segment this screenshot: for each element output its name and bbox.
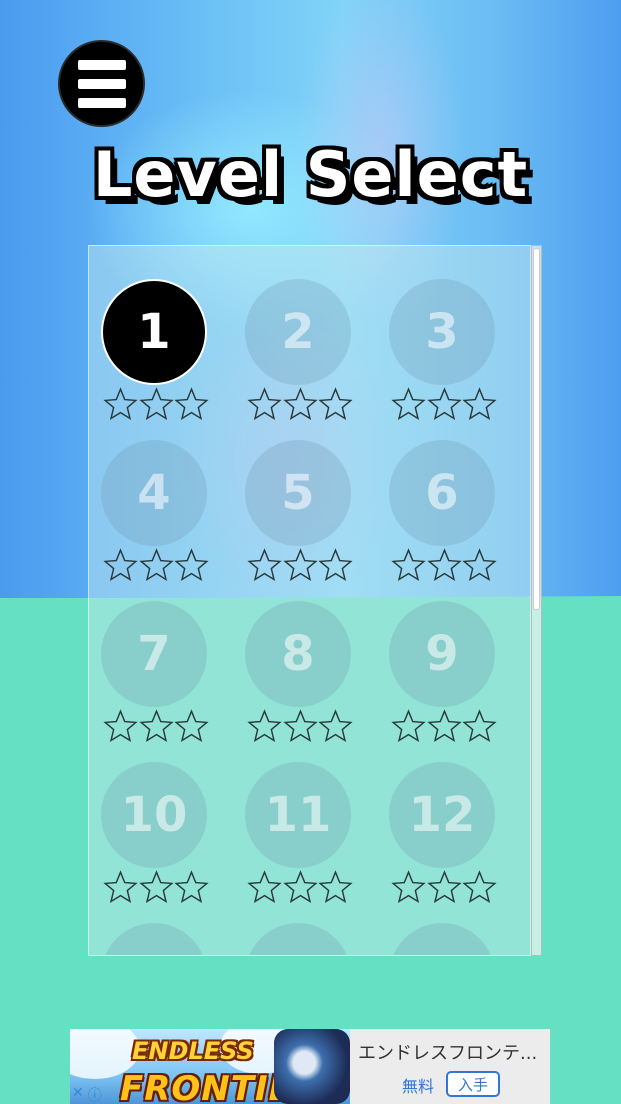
level-button[interactable]: 4 [101,440,207,546]
level-button[interactable]: 2 [245,279,351,385]
star-icon [426,870,462,906]
level-button[interactable]: 15 [389,923,495,955]
ad-logo-line1: ENDLESS [132,1037,254,1065]
level-button[interactable]: 6 [389,440,495,546]
star-icon [318,387,353,423]
star-icon [138,870,174,906]
close-icon[interactable]: ✕ [72,1085,84,1104]
level-5-cell[interactable]: 5 [233,440,353,600]
star-icon [247,870,282,906]
level-stars [391,870,497,906]
star-icon [174,870,209,906]
star-icon [318,548,353,584]
level-3-cell[interactable]: 3 [377,279,497,439]
star-icon [247,387,282,423]
level-button[interactable]: 10 [101,762,207,868]
star-icon [391,387,426,423]
page-title: Level Select [92,138,529,211]
hamburger-bar [77,97,126,108]
star-icon [391,709,426,745]
level-10-cell[interactable]: 10 [89,762,209,922]
level-14-cell[interactable]: 14 [233,923,353,955]
star-icon [391,548,426,584]
level-stars [391,387,497,423]
level-grid-panel[interactable]: 123456789101112131415 [88,245,531,956]
star-icon [426,548,462,584]
level-6-cell[interactable]: 6 [377,440,497,600]
ad-install-button[interactable]: 入手 [446,1071,500,1097]
star-icon [138,709,174,745]
level-9-cell[interactable]: 9 [377,601,497,761]
level-button[interactable]: 9 [389,601,495,707]
level-button[interactable]: 13 [101,923,207,955]
star-icon [391,870,426,906]
level-grid-scrollbar[interactable] [531,245,542,956]
star-icon [282,870,318,906]
level-15-cell[interactable]: 15 [377,923,497,955]
hamburger-menu-button[interactable] [58,40,145,127]
star-icon [282,548,318,584]
level-13-cell[interactable]: 13 [89,923,209,955]
star-icon [282,709,318,745]
star-icon [247,548,282,584]
ad-image[interactable]: ENDLESS FRONTIER ✕ ⓘ [70,1029,350,1104]
hamburger-menu-icon [77,59,126,70]
level-stars [103,548,209,584]
hamburger-bar [77,78,126,89]
level-7-cell[interactable]: 7 [89,601,209,761]
star-icon [103,548,138,584]
star-icon [426,387,462,423]
star-icon [282,387,318,423]
level-button[interactable]: 8 [245,601,351,707]
level-stars [103,387,209,423]
level-stars [103,870,209,906]
star-icon [138,387,174,423]
ad-app-icon [274,1029,350,1104]
star-icon [462,387,497,423]
level-12-cell[interactable]: 12 [377,762,497,922]
level-stars [391,548,497,584]
ad-price: 無料 [402,1077,435,1096]
level-11-cell[interactable]: 11 [233,762,353,922]
star-icon [462,709,497,745]
level-button[interactable]: 3 [389,279,495,385]
star-icon [138,548,174,584]
level-stars [247,870,353,906]
info-icon[interactable]: ⓘ [88,1085,102,1104]
level-button[interactable]: 7 [101,601,207,707]
star-icon [247,709,282,745]
level-4-cell[interactable]: 4 [89,440,209,600]
level-button[interactable]: 5 [245,440,351,546]
level-8-cell[interactable]: 8 [233,601,353,761]
level-stars [391,709,497,745]
ad-controls: ✕ ⓘ [72,1085,102,1104]
ad-title[interactable]: エンドレスフロンテ... [358,1039,537,1065]
level-stars [103,709,209,745]
level-button[interactable]: 11 [245,762,351,868]
star-icon [174,709,209,745]
star-icon [426,709,462,745]
star-icon [318,870,353,906]
star-icon [462,870,497,906]
level-stars [247,548,353,584]
star-icon [103,870,138,906]
star-icon [462,548,497,584]
ad-banner[interactable]: ENDLESS FRONTIER ✕ ⓘ エンドレスフロンテ... 無料 入手 [70,1029,550,1104]
scrollbar-thumb[interactable] [533,248,540,610]
level-stars [247,709,353,745]
level-button[interactable]: 1 [101,279,207,385]
level-button[interactable]: 12 [389,762,495,868]
level-2-cell[interactable]: 2 [233,279,353,439]
star-icon [103,387,138,423]
level-stars [247,387,353,423]
star-icon [174,387,209,423]
star-icon [174,548,209,584]
star-icon [318,709,353,745]
level-1-cell[interactable]: 1 [89,279,209,439]
level-button[interactable]: 14 [245,923,351,955]
star-icon [103,709,138,745]
